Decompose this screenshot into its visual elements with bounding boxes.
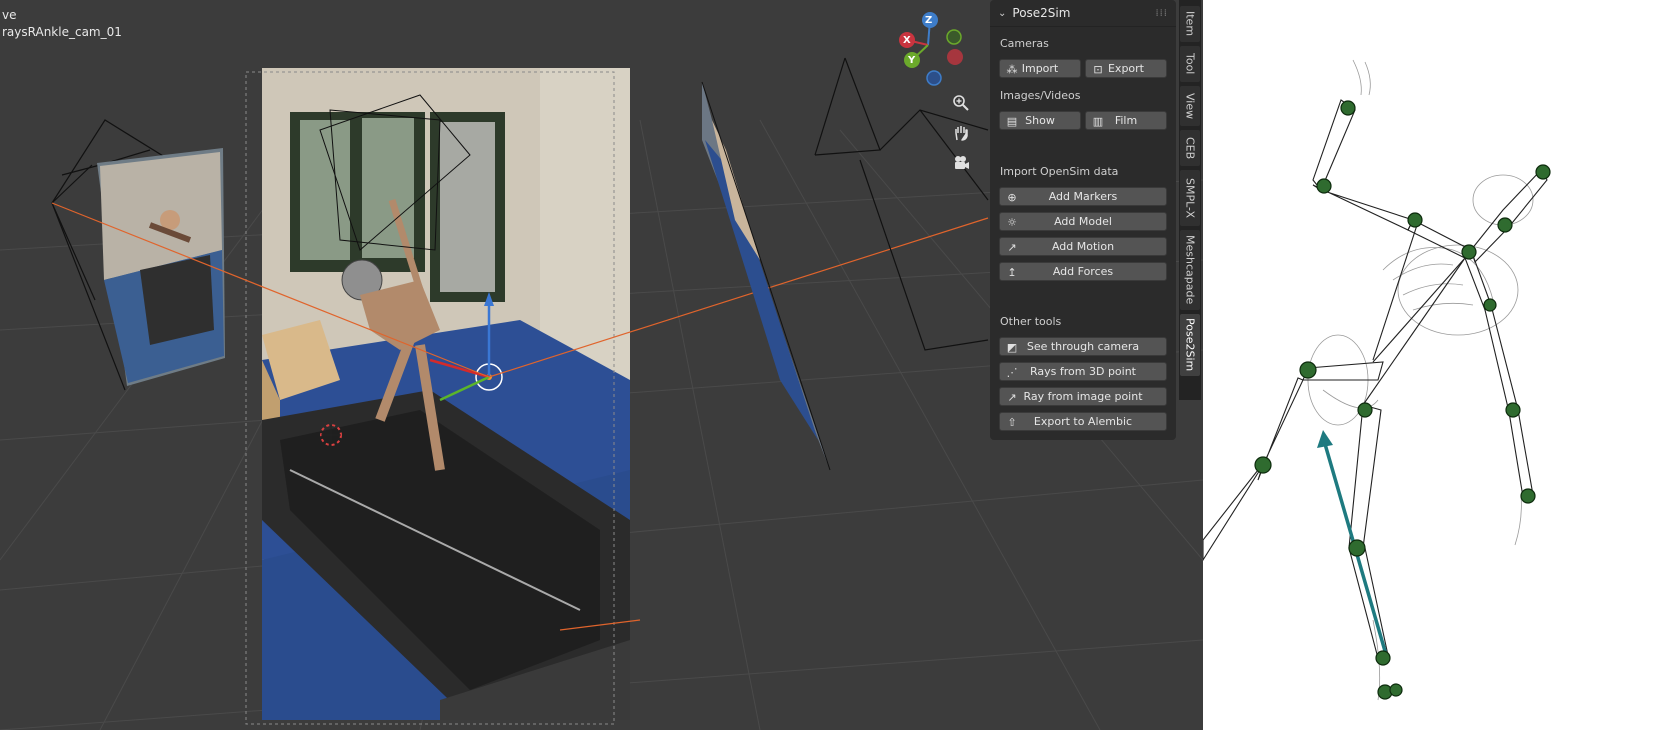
add-model-button[interactable]: ☼ Add Model [999,212,1167,231]
film-icon: ▥ [1092,114,1104,128]
left-camera-image [97,148,225,386]
gizmo-z-label[interactable]: Z [925,13,932,28]
panel-header[interactable]: ⌄ Pose2Sim ⁞⁞⁞ [990,0,1176,27]
section-opensim: Import OpenSim data [1000,165,1119,178]
tab-item[interactable]: Item [1180,6,1200,42]
forces-icon: ↥ [1007,265,1017,279]
zoom-icon[interactable] [948,90,974,116]
import-button[interactable]: ⁂ Import [999,59,1081,78]
film-button[interactable]: ▥ Film [1085,111,1167,130]
viewport-mode-label: ve [2,8,17,22]
panel-title: Pose2Sim [1012,6,1071,20]
segment-lines [1203,99,1548,663]
active-object-label: raysRAnkle_cam_01 [2,25,122,39]
right-camera-image [701,81,831,471]
import-icon: ⁂ [1006,62,1018,76]
add-motion-button[interactable]: ↗ Add Motion [999,237,1167,256]
add-forces-button[interactable]: ↥ Add Forces [999,262,1167,281]
see-through-camera-button[interactable]: ◩ See through camera [999,337,1167,356]
section-other-tools: Other tools [1000,315,1062,328]
export-to-alembic-button[interactable]: ⇧ Export to Alembic [999,412,1167,431]
alembic-icon: ⇧ [1007,415,1017,429]
markers-icon: ⊕ [1007,190,1017,204]
add-markers-button[interactable]: ⊕ Add Markers [999,187,1167,206]
section-images: Images/Videos [1000,89,1081,102]
tab-tool[interactable]: Tool [1180,46,1200,82]
joint-markers [1254,100,1551,700]
section-cameras: Cameras [1000,37,1049,50]
rays-3d-icon: ⋰ [1006,365,1018,379]
camera-icon[interactable] [948,150,974,176]
see-through-icon: ◩ [1006,340,1018,354]
sidebar-tabs: Item Tool View CEB SMPL-X Meshcapade Pos… [1179,0,1201,400]
tab-pose2sim[interactable]: Pose2Sim [1180,314,1200,376]
tab-ceb[interactable]: CEB [1180,130,1200,166]
drag-grip-icon[interactable]: ⁞⁞⁞ [1155,8,1168,19]
ray-from-image-point-button[interactable]: ↗ Ray from image point [999,387,1167,406]
skeleton-view [1203,0,1666,730]
tab-smplx[interactable]: SMPL-X [1180,170,1200,226]
show-icon: ▤ [1006,114,1018,128]
tab-meshcapade[interactable]: Meshcapade [1180,230,1200,310]
motion-icon: ↗ [1007,240,1017,254]
gizmo-y-label[interactable]: Y [908,53,915,68]
gizmo-x-label[interactable]: X [903,33,911,48]
force-arrowhead [1317,430,1333,448]
rays-from-3d-point-button[interactable]: ⋰ Rays from 3D point [999,362,1167,381]
tab-view[interactable]: View [1180,86,1200,126]
chevron-down-icon[interactable]: ⌄ [998,8,1006,19]
hand-icon[interactable] [948,120,974,146]
pose2sim-panel: ⌄ Pose2Sim ⁞⁞⁞ Cameras ⁂ Import ⊡ Export… [990,0,1176,440]
model-icon: ☼ [1007,215,1017,229]
export-button[interactable]: ⊡ Export [1085,59,1167,78]
show-button[interactable]: ▤ Show [999,111,1081,130]
export-icon: ⊡ [1093,62,1103,76]
3d-viewport[interactable]: ve raysRAnkle_cam_01 Z X Y ⌄ Pose2Sim ⁞⁞… [0,0,1203,730]
ray-image-icon: ↗ [1007,390,1017,404]
main-camera-image [245,68,630,725]
